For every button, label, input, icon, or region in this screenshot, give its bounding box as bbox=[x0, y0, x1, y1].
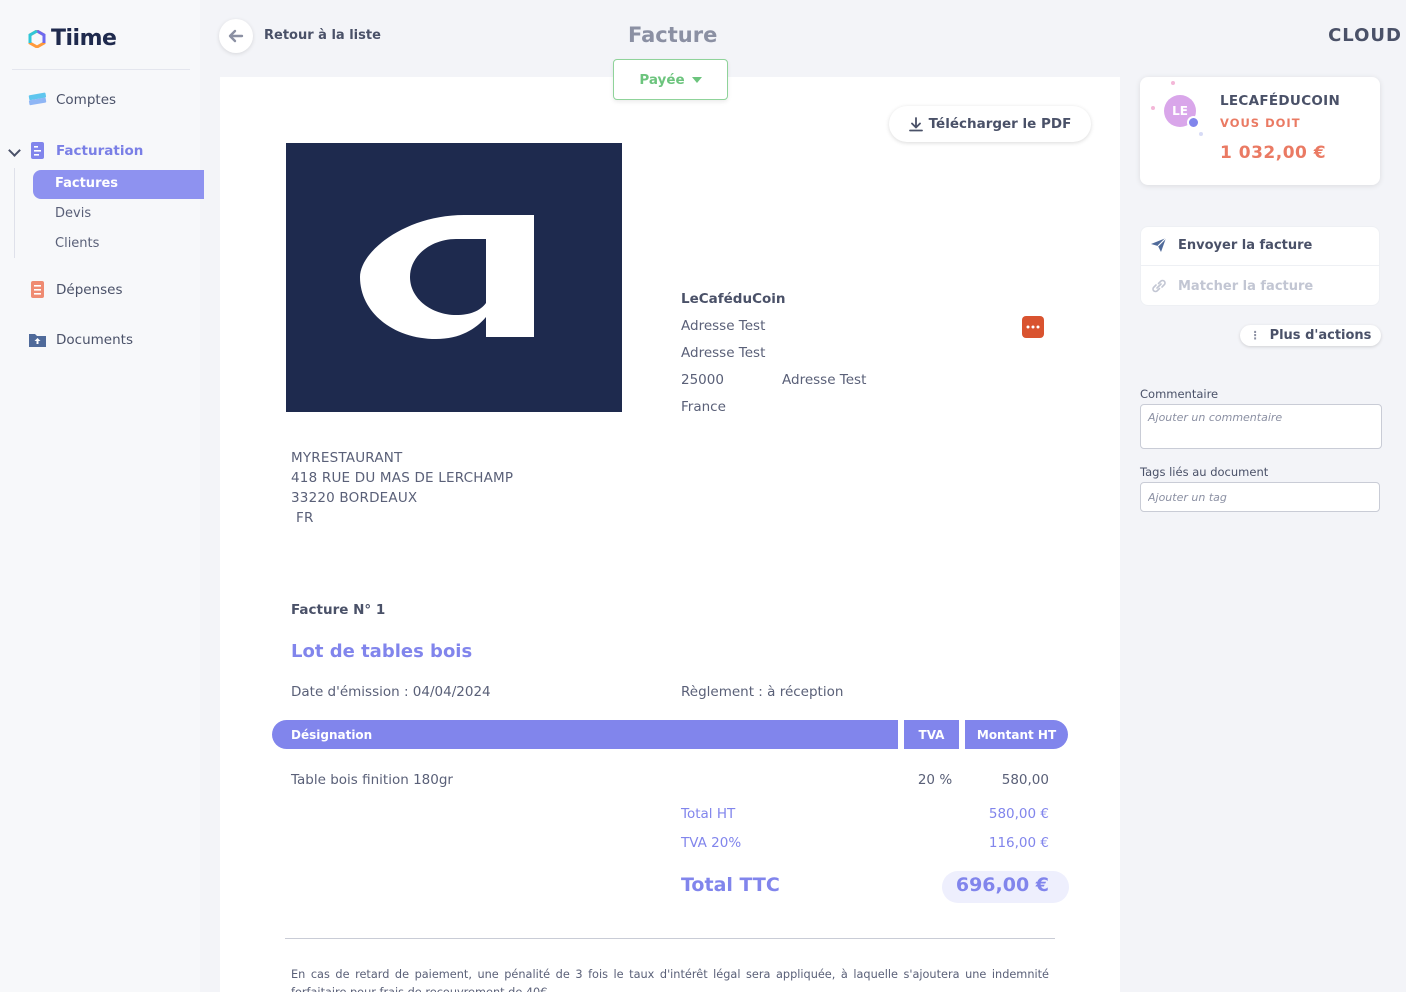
download-icon bbox=[908, 116, 923, 131]
seller-city: Adresse Test bbox=[782, 372, 867, 388]
invoice-title: Lot de tables bois bbox=[291, 641, 473, 662]
comment-input[interactable] bbox=[1140, 404, 1382, 449]
sidebar-item-depenses[interactable]: Dépenses bbox=[28, 280, 123, 299]
match-invoice-label: Matcher la facture bbox=[1178, 278, 1314, 294]
send-invoice-button[interactable]: Envoyer la facture bbox=[1150, 237, 1312, 253]
issue-date: Date d'émission : 04/04/2024 bbox=[291, 684, 491, 700]
bank-card-icon bbox=[28, 92, 47, 106]
client-country: FR bbox=[296, 510, 314, 526]
tva-value: 116,00 € bbox=[988, 835, 1049, 851]
send-invoice-label: Envoyer la facture bbox=[1178, 237, 1313, 253]
invoice-number: Facture N° 1 bbox=[291, 602, 386, 618]
receipt-icon bbox=[31, 281, 44, 298]
tags-label: Tags liés au document bbox=[1140, 465, 1269, 479]
divider bbox=[285, 938, 1055, 939]
debtor-name: LECAFÉDUCOIN bbox=[1220, 93, 1341, 109]
debt-label: VOUS DOIT bbox=[1220, 116, 1301, 130]
divider bbox=[12, 69, 190, 70]
sidebar-item-facturation[interactable]: Facturation bbox=[28, 141, 143, 160]
sidebar: Tiime Comptes Facturation Factures Devis… bbox=[0, 0, 204, 992]
match-invoice-button[interactable]: Matcher la facture bbox=[1150, 278, 1313, 294]
sidebar-item-label: Facturation bbox=[56, 142, 144, 159]
decorative-dot bbox=[1199, 132, 1203, 136]
company-logo-mark bbox=[360, 215, 534, 339]
company-name: CLOUD bbox=[1328, 25, 1402, 46]
arrow-left-icon bbox=[228, 29, 244, 43]
sidebar-item-label: Comptes bbox=[56, 91, 117, 108]
column-header-tva: TVA bbox=[904, 720, 959, 749]
more-dots-icon bbox=[1026, 325, 1040, 329]
total-ttc-value: 696,00 € bbox=[955, 874, 1049, 896]
sidebar-subitem-factures[interactable]: Factures bbox=[33, 170, 204, 199]
seller-name: LeCaféduCoin bbox=[681, 291, 786, 307]
legal-notice: En cas de retard de paiement, une pénali… bbox=[291, 968, 1049, 992]
line-amount: 580,00 bbox=[1001, 772, 1049, 788]
sidebar-subitem-clients[interactable]: Clients bbox=[55, 236, 99, 251]
company-logo bbox=[286, 143, 622, 412]
debt-amount: 1 032,00 € bbox=[1220, 143, 1327, 163]
payment-terms: Règlement : à réception bbox=[681, 684, 844, 700]
back-link[interactable]: Retour à la liste bbox=[264, 28, 381, 43]
decorative-dot bbox=[1151, 106, 1155, 110]
total-ttc-label: Total TTC bbox=[681, 874, 780, 896]
tiime-logo-icon bbox=[28, 29, 46, 48]
download-pdf-button[interactable]: Télécharger le PDF bbox=[889, 106, 1091, 142]
column-header-amount: Montant HT bbox=[965, 720, 1068, 749]
app-logo[interactable]: Tiime bbox=[28, 26, 117, 51]
sidebar-item-documents[interactable]: Documents bbox=[28, 330, 133, 349]
more-actions-button[interactable]: ⋮ Plus d'actions bbox=[1240, 325, 1381, 346]
client-city: 33220 BORDEAUX bbox=[291, 490, 418, 506]
sidebar-item-label: Dépenses bbox=[56, 281, 123, 298]
line-tva: 20 % bbox=[917, 772, 953, 788]
sidebar-subitem-devis[interactable]: Devis bbox=[55, 206, 91, 221]
paper-plane-icon bbox=[1151, 237, 1167, 252]
line-designation: Table bois finition 180gr bbox=[291, 772, 453, 788]
seller-country: France bbox=[681, 399, 726, 415]
seller-address-line: Adresse Test bbox=[681, 345, 766, 361]
caret-down-icon bbox=[691, 76, 702, 83]
client-name: MYRESTAURANT bbox=[291, 450, 403, 466]
total-ht-label: Total HT bbox=[681, 806, 736, 822]
status-label: Payée bbox=[639, 71, 685, 88]
client-street: 418 RUE DU MAS DE LERCHAMP bbox=[291, 470, 514, 486]
decorative-dot bbox=[1171, 81, 1175, 85]
chat-icon[interactable] bbox=[1022, 316, 1044, 338]
download-pdf-label: Télécharger le PDF bbox=[928, 116, 1072, 132]
page-title: Facture bbox=[628, 23, 718, 47]
column-header-designation: Désignation bbox=[272, 720, 898, 749]
tag-input[interactable] bbox=[1140, 482, 1380, 512]
invoice-icon bbox=[31, 142, 44, 159]
total-ht-value: 580,00 € bbox=[988, 806, 1049, 822]
folder-upload-icon bbox=[29, 334, 46, 347]
comment-label: Commentaire bbox=[1140, 387, 1219, 401]
status-dropdown[interactable]: Payée bbox=[613, 59, 728, 100]
badge-icon bbox=[1187, 116, 1200, 129]
link-icon bbox=[1152, 279, 1166, 293]
divider bbox=[1141, 265, 1379, 266]
chevron-down-icon[interactable] bbox=[8, 144, 21, 157]
back-button[interactable] bbox=[219, 19, 253, 53]
submenu-guide bbox=[14, 168, 15, 258]
sidebar-item-comptes[interactable]: Comptes bbox=[28, 90, 116, 109]
sidebar-item-label: Documents bbox=[56, 331, 133, 348]
seller-postcode: 25000 bbox=[681, 372, 724, 388]
seller-address-line: Adresse Test bbox=[681, 318, 766, 334]
vertical-dots-icon: ⋮ bbox=[1249, 329, 1261, 342]
app-name: Tiime bbox=[51, 26, 117, 51]
tva-label: TVA 20% bbox=[681, 835, 742, 851]
more-actions-label: Plus d'actions bbox=[1269, 328, 1372, 343]
